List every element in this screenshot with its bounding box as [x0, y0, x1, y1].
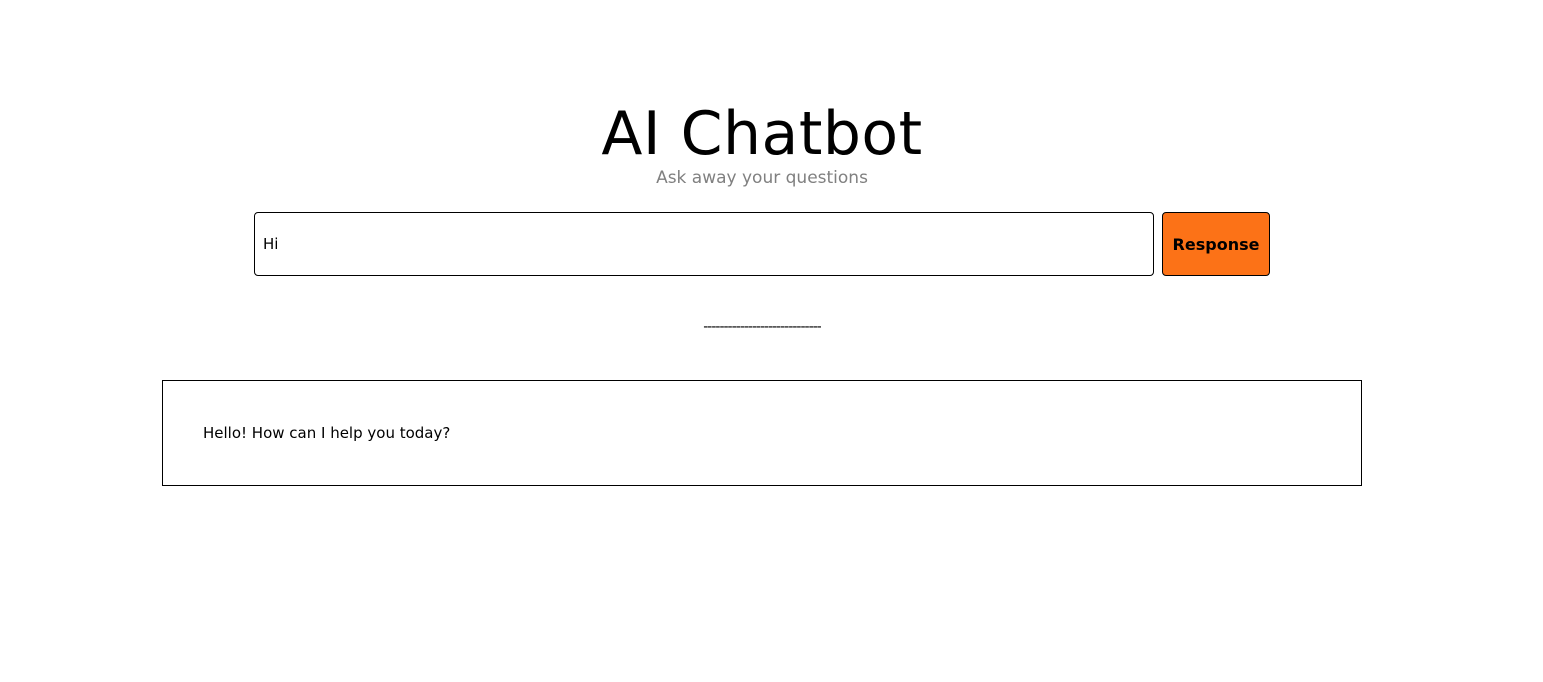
page-subtitle: Ask away your questions: [656, 168, 868, 188]
divider-line: -----------------------------: [703, 319, 822, 335]
question-input[interactable]: [254, 212, 1154, 276]
page-title: AI Chatbot: [601, 99, 923, 169]
chatbot-page: AI Chatbot Ask away your questions Respo…: [0, 0, 1543, 682]
response-text: Hello! How can I help you today?: [203, 424, 451, 442]
response-box: Hello! How can I help you today?: [162, 380, 1362, 486]
response-button[interactable]: Response: [1162, 212, 1270, 276]
